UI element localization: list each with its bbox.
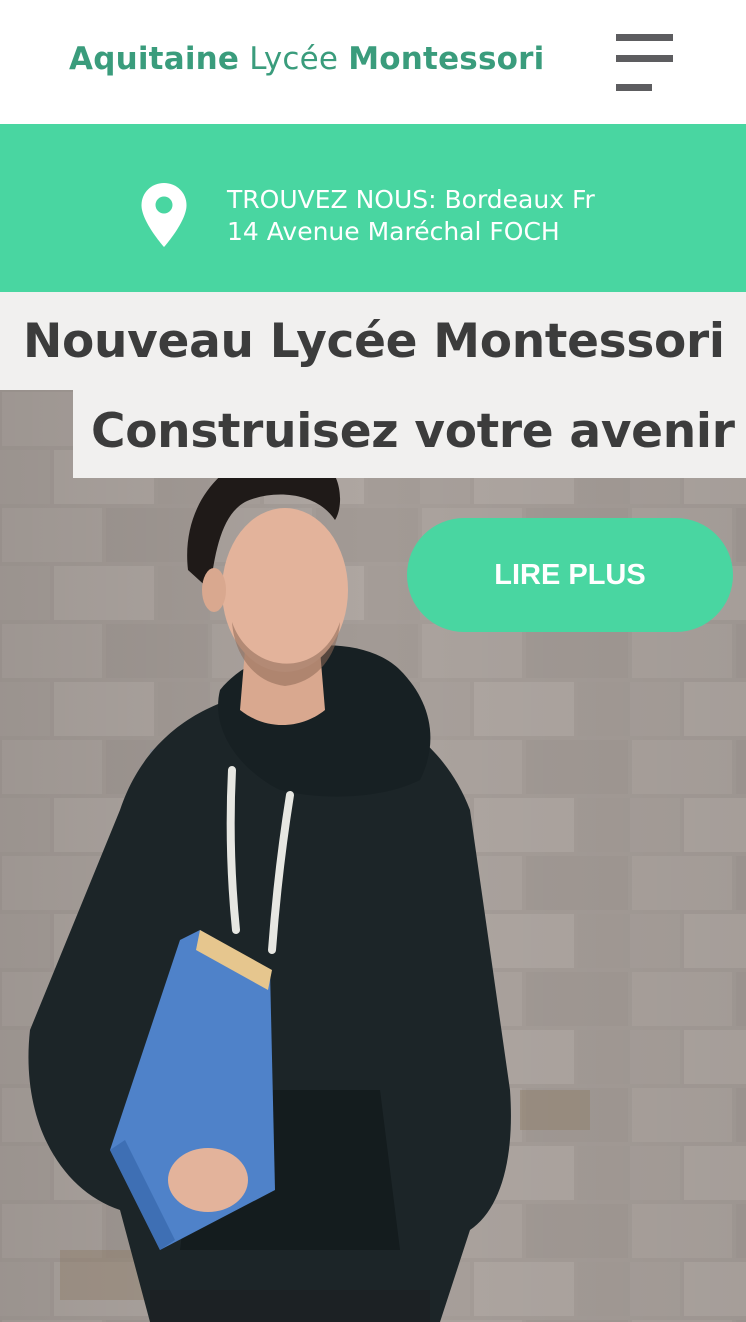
map-pin-icon: [141, 183, 187, 247]
hero-section: Nouveau Lycée Montessori Construisez vot…: [0, 292, 746, 1322]
menu-line-top: [616, 34, 673, 41]
site-header: Aquitaine Lycée Montessori: [0, 0, 746, 124]
location-line-city: TROUVEZ NOUS: Bordeaux Fr: [227, 185, 595, 214]
hero-title: Nouveau Lycée Montessori: [23, 314, 725, 369]
hamburger-menu-icon[interactable]: [612, 30, 676, 96]
brand-word-aquitaine: Aquitaine: [69, 41, 240, 77]
location-line-street: 14 Avenue Maréchal FOCH: [227, 217, 560, 246]
site-logo-link[interactable]: Aquitaine Lycée Montessori: [69, 41, 544, 77]
read-more-button[interactable]: LIRE PLUS: [407, 518, 733, 632]
menu-line-bottom: [616, 84, 652, 91]
location-address: TROUVEZ NOUS: Bordeaux Fr 14 Avenue Maré…: [227, 184, 595, 248]
menu-line-middle: [616, 55, 673, 62]
brand-word-lycee: Lycée: [249, 41, 339, 77]
hero-subtitle: Construisez votre avenir: [91, 404, 735, 459]
location-bar: TROUVEZ NOUS: Bordeaux Fr 14 Avenue Maré…: [0, 124, 746, 292]
brand-word-montessori: Montessori: [348, 41, 545, 77]
